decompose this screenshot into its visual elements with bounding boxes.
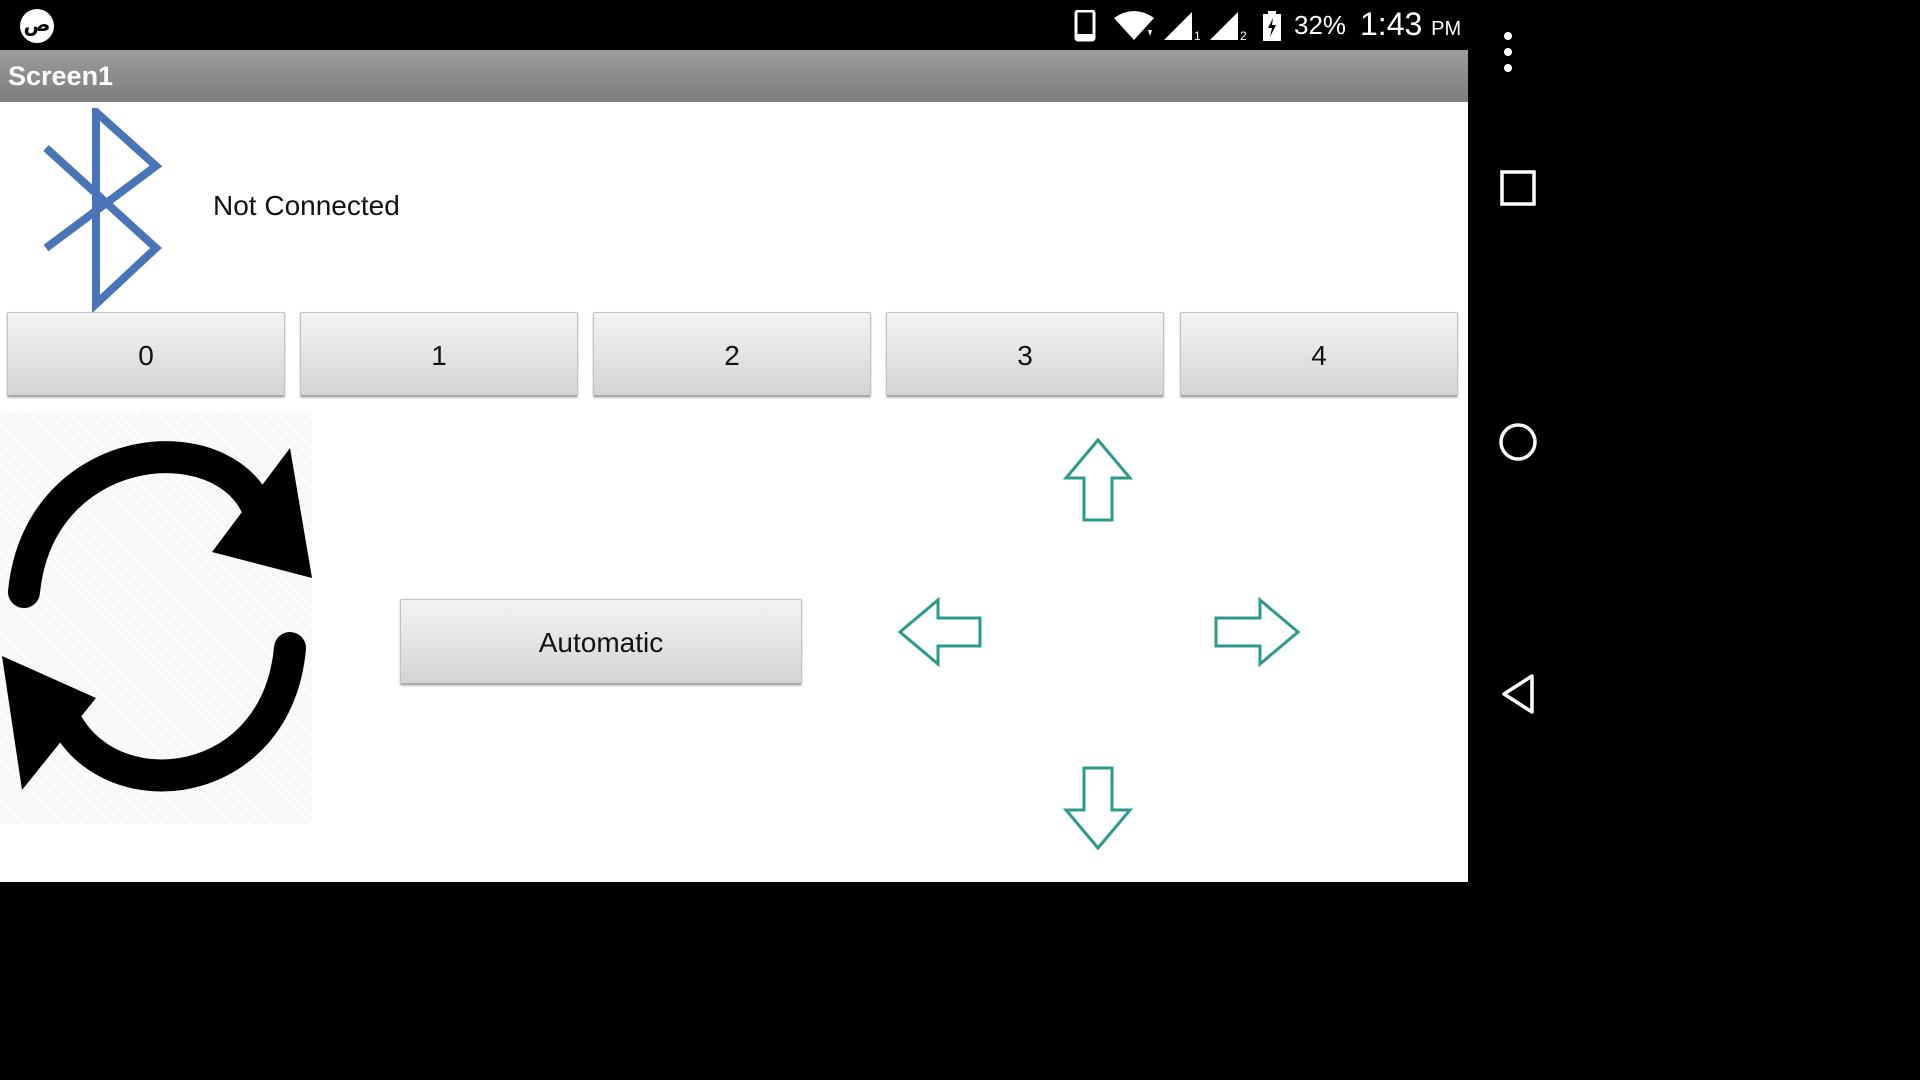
bluetooth-icon[interactable] (40, 108, 164, 312)
arrow-up-left-icon[interactable] (874, 412, 1014, 552)
phone-outline-icon (1074, 10, 1096, 42)
status-bar: ص 1 2 32% 1:43 PM (0, 0, 1468, 50)
arrow-down-icon[interactable] (1028, 736, 1168, 876)
back-icon[interactable] (1498, 672, 1538, 716)
sim1-label: 1 (1194, 29, 1201, 42)
number-button-2[interactable]: 2 (593, 312, 871, 397)
screen-title: Screen1 (8, 61, 114, 91)
arrow-up-right-icon[interactable] (1192, 412, 1332, 552)
arrow-right-icon[interactable] (1186, 564, 1326, 704)
arrow-down-left-icon[interactable] (874, 726, 1014, 866)
recents-icon[interactable] (1498, 168, 1538, 208)
signal-sim2-icon: 2 (1210, 12, 1247, 42)
app-title-bar: Screen1 (0, 50, 1468, 102)
number-button-4[interactable]: 4 (1180, 312, 1458, 397)
arrow-up-icon[interactable] (1030, 414, 1170, 554)
number-button-1[interactable]: 1 (300, 312, 578, 397)
navigation-bar (1468, 0, 1568, 882)
clock-time: 1:43 (1360, 6, 1423, 42)
clock-ampm: PM (1431, 18, 1462, 40)
signal-sim1-icon: 1 (1164, 12, 1201, 42)
wifi-icon (1114, 11, 1154, 40)
home-icon[interactable] (1496, 420, 1540, 464)
app-notification-glyph: ص (23, 14, 51, 36)
arrow-down-right-icon[interactable] (1192, 722, 1332, 862)
number-button-3[interactable]: 3 (886, 312, 1164, 397)
refresh-cycle-icon (2, 441, 312, 792)
battery-charging-icon (1263, 11, 1281, 41)
battery-percent: 32% (1294, 10, 1347, 40)
refresh-button[interactable] (0, 412, 312, 824)
sim2-label: 2 (1240, 29, 1247, 42)
connection-status-label: Not Connected (213, 190, 400, 221)
app-notification-icon: ص (20, 9, 54, 43)
arrow-left-icon[interactable] (872, 564, 1012, 704)
automatic-button[interactable]: Automatic (400, 599, 802, 685)
app-content: Not Connected 0 1 2 3 4 Automatic (0, 102, 1468, 882)
overflow-menu-icon[interactable] (1498, 30, 1518, 74)
number-button-0[interactable]: 0 (7, 312, 285, 397)
clock: 1:43 PM (1360, 6, 1461, 43)
